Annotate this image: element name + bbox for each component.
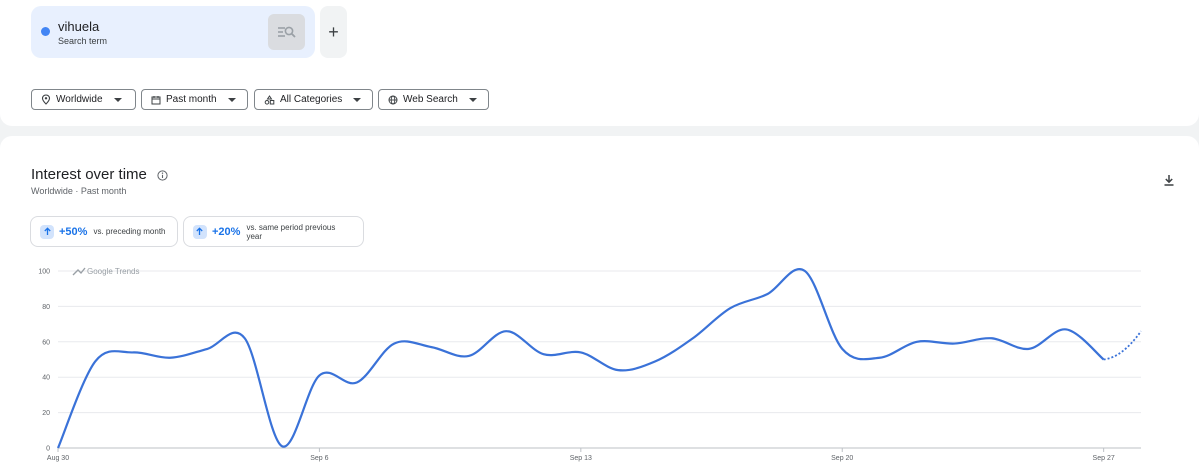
location-pin-icon — [41, 94, 51, 105]
chevron-down-icon — [113, 97, 122, 102]
arrow-up-icon — [40, 224, 54, 239]
globe-icon — [388, 95, 398, 104]
stat-description: vs. preceding month — [93, 227, 166, 236]
filter-search-type-label: Web Search — [403, 94, 458, 105]
stat-previous-year: +20% vs. same period previous year — [183, 216, 364, 247]
download-icon[interactable] — [1162, 173, 1176, 187]
chart-grid — [58, 270, 1141, 449]
x-tick-label: Aug 30 — [47, 455, 69, 462]
y-tick-label: 100 — [38, 269, 50, 276]
search-term-name[interactable]: vihuela — [58, 19, 99, 34]
chevron-down-icon — [227, 97, 236, 102]
filter-location-label: Worldwide — [56, 94, 103, 105]
x-tick-label: Sep 6 — [310, 455, 328, 462]
filter-location[interactable]: Worldwide — [31, 89, 136, 110]
series-lines — [56, 268, 1142, 449]
plus-icon: + — [328, 21, 339, 42]
filter-time-range[interactable]: Past month — [141, 89, 248, 110]
y-tick-label: 80 — [42, 304, 50, 311]
y-tick-label: 0 — [46, 446, 50, 453]
info-icon[interactable] — [157, 170, 168, 181]
y-tick-label: 20 — [42, 410, 50, 417]
search-term-type: Search term — [58, 36, 108, 46]
stat-value: +50% — [59, 225, 88, 238]
chevron-down-icon — [353, 97, 362, 102]
x-tick-label: Sep 27 — [1093, 455, 1115, 462]
x-tick-label: Sep 20 — [831, 455, 853, 462]
arrow-up-icon — [193, 224, 207, 239]
filter-search-type[interactable]: Web Search — [378, 89, 489, 110]
calendar-icon — [151, 95, 161, 104]
y-tick-label: 40 — [42, 375, 50, 382]
google-trends-watermark: Google Trends — [72, 267, 139, 276]
add-comparison-button[interactable]: + — [320, 6, 347, 58]
section-subtitle: Worldwide · Past month — [31, 186, 127, 196]
stat-description: vs. same period previous year — [246, 222, 336, 241]
partial-data-line — [1103, 330, 1142, 361]
stat-preceding-month: +50% vs. preceding month — [30, 216, 178, 247]
x-axis-ticks: Aug 30 Sep 6 Sep 13 Sep 20 Sep 27 — [47, 448, 1115, 462]
watermark-text: Google Trends — [87, 267, 139, 276]
y-tick-label: 60 — [42, 339, 50, 346]
y-axis-ticks: 0 20 40 60 80 100 — [38, 269, 50, 453]
series-color-dot — [41, 27, 50, 36]
x-tick-label: Sep 13 — [570, 455, 592, 462]
interest-line-chart[interactable]: Google Trends 0 20 40 60 80 100 Aug 30 Sep 6 Se… — [0, 263, 1199, 476]
filter-category[interactable]: All Categories — [254, 89, 373, 110]
series-line — [56, 268, 1105, 449]
search-compare-button[interactable] — [268, 14, 305, 50]
filter-time-label: Past month — [166, 94, 217, 105]
filter-category-label: All Categories — [280, 94, 343, 105]
section-title: Interest over time — [31, 166, 147, 183]
search-header: vihuela Search term + Worldwide Past mon… — [0, 0, 1199, 126]
interest-over-time-card: Interest over time Worldwide · Past mont… — [0, 136, 1199, 476]
categories-icon — [264, 94, 275, 105]
chevron-down-icon — [468, 97, 477, 102]
stat-value: +20% — [211, 225, 241, 238]
search-compare-icon — [278, 26, 296, 38]
search-term-chip[interactable]: vihuela Search term — [31, 6, 315, 58]
